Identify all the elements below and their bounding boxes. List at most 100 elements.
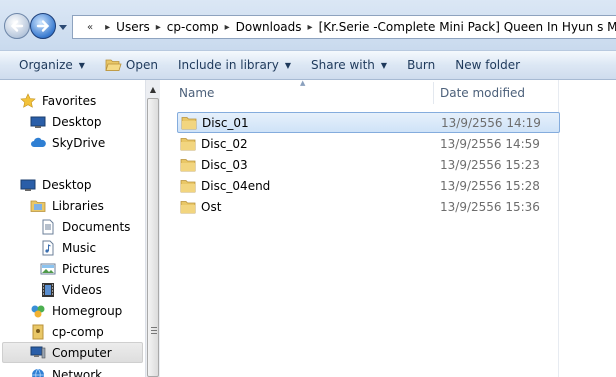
- music-icon: [42, 240, 54, 255]
- file-name: Disc_03: [201, 157, 248, 172]
- file-name: Disc_01: [202, 115, 249, 130]
- computer-icon: [30, 346, 46, 358]
- nav-videos[interactable]: Videos: [40, 279, 102, 300]
- organize-button[interactable]: Organize ▼: [0, 51, 95, 79]
- file-date-modified: 13/9/2556 15:36: [440, 199, 540, 214]
- include-in-library-button[interactable]: Include in library ▼: [168, 51, 301, 79]
- nav-desktop-favorite[interactable]: Desktop: [30, 111, 102, 132]
- folder-icon: [180, 179, 196, 192]
- breadcrumb-cp-comp[interactable]: cp-comp: [167, 20, 219, 34]
- address-box[interactable]: « ▸ Users ▸ cp-comp ▸ Downloads ▸ [Kr.Se…: [72, 15, 616, 39]
- nav-cp-comp[interactable]: cp-comp: [30, 321, 104, 342]
- open-label: Open: [125, 58, 158, 72]
- desktop-icon: [20, 179, 36, 191]
- nav-pane-scrollbar[interactable]: ▲: [145, 80, 160, 377]
- user-folder-icon: [32, 324, 44, 339]
- file-date-modified: 13/9/2556 15:28: [440, 178, 540, 193]
- forward-button[interactable]: [30, 13, 56, 39]
- new-folder-label: New folder: [455, 58, 521, 72]
- navigation-pane: Favorites Desktop SkyDrive Desktop Libra…: [0, 80, 145, 377]
- nav-computer-label: Computer: [52, 345, 112, 360]
- folder-icon: [180, 158, 196, 171]
- breadcrumb-separator[interactable]: ▸: [225, 22, 230, 33]
- file-name: Disc_04end: [201, 178, 271, 193]
- share-with-button[interactable]: Share with ▼: [301, 51, 397, 79]
- file-date-modified: 13/9/2556 14:19: [441, 115, 541, 130]
- command-bar: Organize ▼ Open Include in library ▼ Sha…: [0, 50, 616, 80]
- sort-ascending-icon: ▲: [300, 79, 306, 87]
- nav-skydrive[interactable]: SkyDrive: [30, 132, 105, 153]
- share-with-label: Share with: [311, 58, 375, 72]
- nav-skydrive-label: SkyDrive: [52, 135, 106, 150]
- file-row-disc-03[interactable]: Disc_03 13/9/2556 15:23: [177, 154, 560, 175]
- column-divider[interactable]: [433, 82, 434, 104]
- nav-documents[interactable]: Documents: [40, 216, 130, 237]
- star-icon: [20, 92, 36, 108]
- nav-libraries-label: Libraries: [52, 198, 104, 213]
- arrow-left-icon: [10, 20, 24, 32]
- picture-icon: [40, 263, 56, 274]
- library-icon: [30, 200, 46, 212]
- nav-network[interactable]: Network: [30, 364, 102, 377]
- file-name: Disc_02: [201, 136, 248, 151]
- breadcrumb-separator[interactable]: ▸: [308, 22, 313, 33]
- scrollbar-thumb[interactable]: [147, 98, 159, 377]
- nav-desktop-favorite-label: Desktop: [52, 114, 102, 129]
- file-date-modified: 13/9/2556 15:23: [440, 157, 540, 172]
- nav-homegroup[interactable]: Homegroup: [30, 300, 122, 321]
- nav-music-label: Music: [62, 240, 97, 255]
- address-overflow-chevron[interactable]: «: [87, 22, 93, 33]
- breadcrumb-separator[interactable]: ▸: [156, 22, 161, 33]
- include-in-library-label: Include in library: [177, 58, 279, 72]
- folder-icon: [181, 116, 197, 129]
- nav-desktop[interactable]: Desktop: [20, 174, 92, 195]
- file-row-disc-01[interactable]: Disc_01 13/9/2556 14:19: [177, 112, 560, 133]
- file-row-ost[interactable]: Ost 13/9/2556 15:36: [177, 196, 560, 217]
- nav-music[interactable]: Music: [40, 237, 96, 258]
- folder-icon: [180, 137, 196, 150]
- nav-homegroup-label: Homegroup: [52, 303, 123, 318]
- back-button[interactable]: [4, 13, 30, 39]
- document-icon: [42, 219, 54, 234]
- scroll-up-arrow-icon[interactable]: ▲: [146, 82, 160, 96]
- network-icon: [32, 368, 44, 377]
- file-row-disc-02[interactable]: Disc_02 13/9/2556 14:59: [177, 133, 560, 154]
- nav-videos-label: Videos: [62, 282, 102, 297]
- address-bar-row: « ▸ Users ▸ cp-comp ▸ Downloads ▸ [Kr.Se…: [0, 0, 616, 50]
- nav-computer[interactable]: Computer: [2, 342, 143, 363]
- open-folder-icon: [105, 59, 122, 71]
- organize-label: Organize: [19, 58, 73, 72]
- open-button[interactable]: Open: [95, 51, 168, 79]
- file-row-disc-04end[interactable]: Disc_04end 13/9/2556 15:28: [177, 175, 560, 196]
- column-header-row: ▲ Name Date modified: [160, 79, 616, 106]
- column-header-date-modified[interactable]: Date modified: [440, 86, 525, 100]
- file-date-modified: 13/9/2556 14:59: [440, 136, 540, 151]
- nav-desktop-label: Desktop: [42, 177, 92, 192]
- new-folder-button[interactable]: New folder: [445, 51, 530, 79]
- breadcrumb-downloads[interactable]: Downloads: [236, 20, 302, 34]
- desktop-icon: [30, 116, 46, 128]
- file-list: ▲ Name Date modified Disc_01 13/9/2556 1…: [160, 79, 616, 377]
- breadcrumb-separator[interactable]: ▸: [105, 22, 110, 33]
- breadcrumb-current-folder[interactable]: [Kr.Serie -Complete Mini Pack] Queen In …: [319, 20, 616, 34]
- burn-button[interactable]: Burn: [397, 51, 445, 79]
- video-icon: [42, 282, 54, 297]
- breadcrumb-users[interactable]: Users: [116, 20, 150, 34]
- nav-favorites-label: Favorites: [42, 93, 97, 108]
- grip-icon: [151, 327, 157, 335]
- nav-network-label: Network: [52, 367, 103, 377]
- nav-pictures[interactable]: Pictures: [40, 258, 110, 279]
- nav-documents-label: Documents: [62, 219, 131, 234]
- cloud-icon: [31, 137, 46, 147]
- folder-icon: [180, 200, 196, 213]
- chevron-down-icon: ▼: [78, 60, 85, 70]
- nav-favorites[interactable]: Favorites: [20, 90, 96, 111]
- nav-cp-comp-label: cp-comp: [52, 324, 104, 339]
- burn-label: Burn: [407, 58, 436, 72]
- homegroup-icon: [31, 305, 45, 317]
- column-header-name[interactable]: Name: [179, 86, 214, 100]
- file-name: Ost: [201, 199, 222, 214]
- recent-pages-dropdown-icon[interactable]: [58, 22, 68, 32]
- nav-libraries[interactable]: Libraries: [30, 195, 104, 216]
- chevron-down-icon: ▼: [284, 60, 291, 70]
